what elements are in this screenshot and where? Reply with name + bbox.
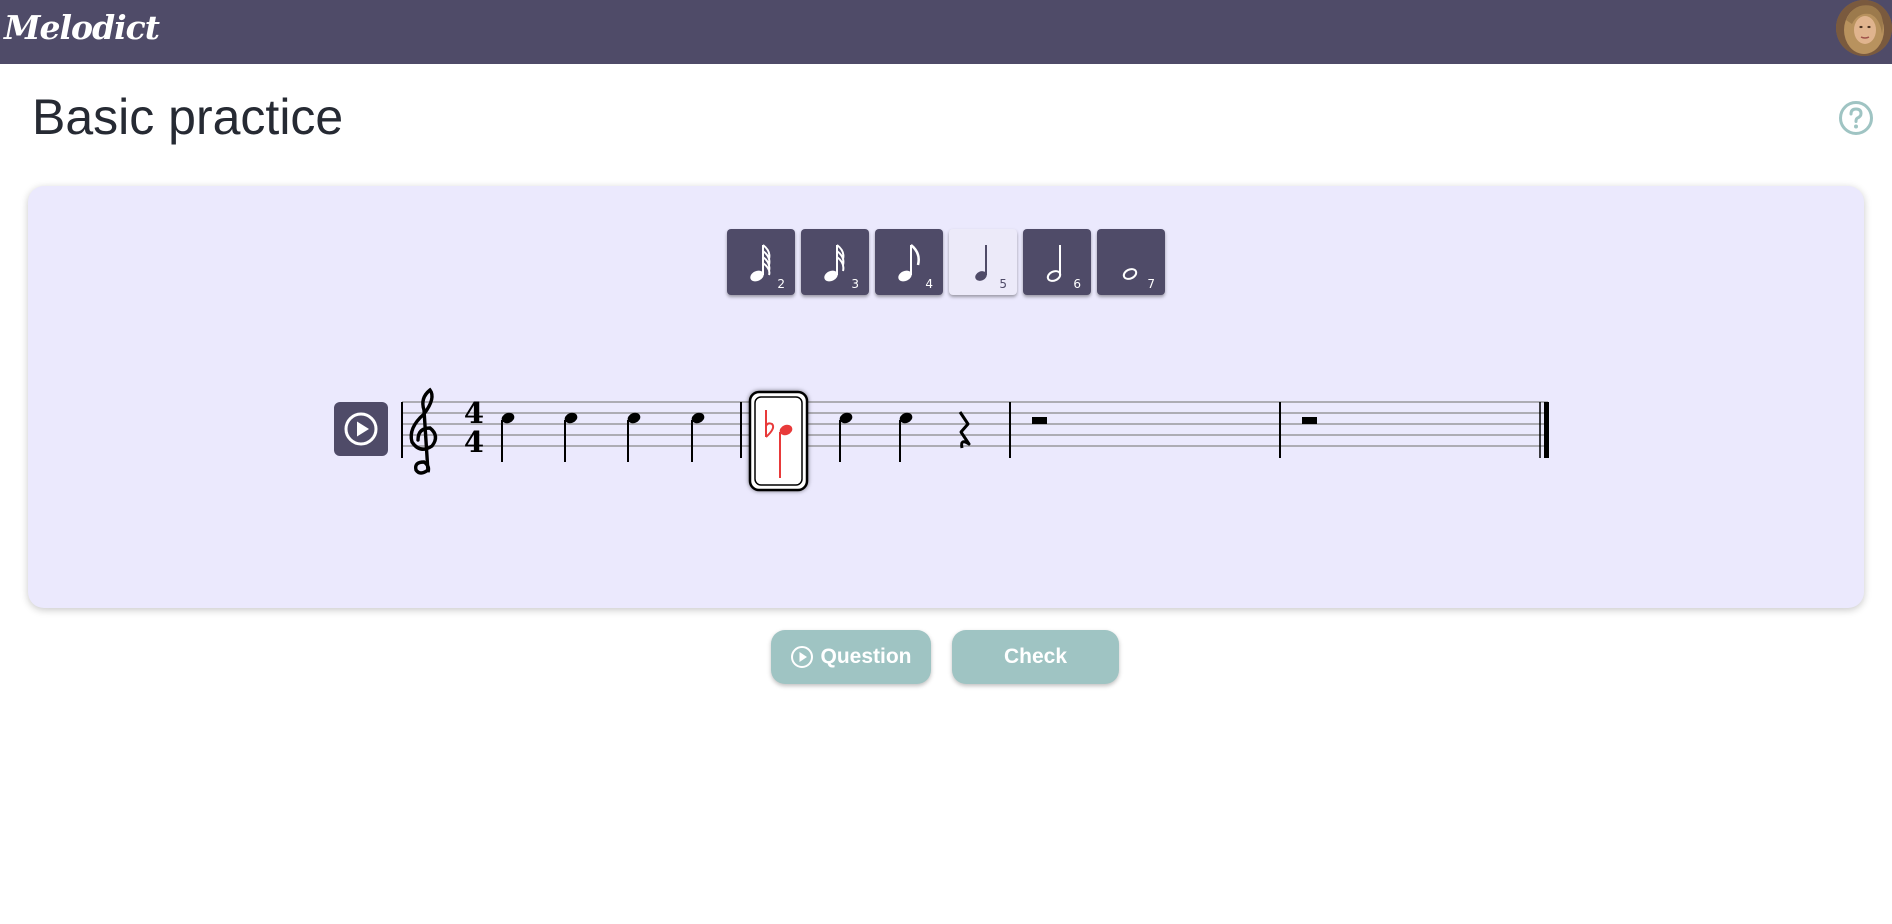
shortcut-key: 3 [851,277,859,291]
duration-quarter-button[interactable]: 5 [949,229,1017,295]
whole-rest[interactable] [1302,417,1317,424]
quarter-rest[interactable] [958,411,971,449]
shortcut-key: 6 [1073,277,1081,291]
note-quarter[interactable] [626,411,642,462]
question-circle-icon [1839,101,1873,135]
measure-2 [748,390,971,492]
shortcut-key: 5 [999,277,1007,291]
time-signature: 4 4 [464,396,484,459]
selected-note-half-flat[interactable] [748,390,809,492]
duration-half-button[interactable]: 6 [1023,229,1091,295]
note-quarter[interactable] [563,411,579,462]
question-button[interactable]: Question [771,630,931,684]
duration-64th-button[interactable]: 2 [727,229,795,295]
shortcut-key: 7 [1147,277,1155,291]
measure-1 [500,411,706,462]
top-bar: Melodict [0,0,1892,64]
play-circle-icon [791,646,814,668]
note-duration-toolbar: 2 3 4 5 6 7 [727,229,1165,297]
play-circle-icon [344,412,378,446]
note-quarter[interactable] [898,411,914,462]
duration-32nd-button[interactable]: 3 [801,229,869,295]
check-button[interactable]: Check [952,630,1119,684]
check-button-label: Check [1003,645,1068,668]
page-title: Basic practice [32,89,344,145]
duration-whole-button[interactable]: 7 [1097,229,1165,295]
measure-3 [1032,417,1047,424]
help-button[interactable] [1838,100,1874,136]
play-melody-button[interactable] [334,402,388,456]
question-button-label: Question [820,645,912,668]
note-quarter[interactable] [500,411,516,462]
app-logo[interactable]: Melodict [4,8,160,47]
staff-lines [402,401,1548,447]
final-barline [1539,402,1549,458]
shortcut-key: 4 [925,277,933,291]
note-quarter[interactable] [838,411,854,462]
whole-rest[interactable] [1032,417,1047,424]
duration-eighth-button[interactable]: 4 [875,229,943,295]
shortcut-key: 2 [777,277,785,291]
note-quarter[interactable] [690,411,706,462]
time-signature-bottom: 4 [464,425,484,459]
user-avatar[interactable] [1836,0,1892,56]
music-staff: 4 4 [401,387,1549,492]
measure-4 [1302,417,1317,424]
